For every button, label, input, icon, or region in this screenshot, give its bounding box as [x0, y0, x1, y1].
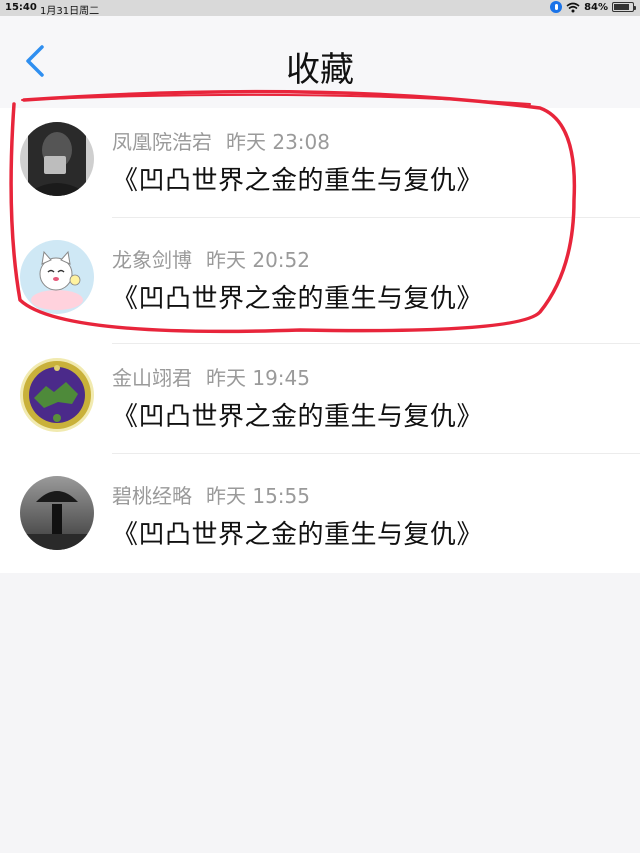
sender-name-row: 凤凰院浩宕 昨天 23:08: [112, 126, 330, 155]
list-item[interactable]: 凤凰院浩宕 昨天 23:08 《凹凸世界之金的重生与复仇》: [0, 108, 640, 226]
item-content[interactable]: 《凹凸世界之金的重生与复仇》: [112, 396, 483, 433]
microphone-icon: [550, 1, 563, 13]
sender-name-row: 碧桃经略 昨天 15:55: [112, 480, 310, 509]
sender-name: 金山翊君: [112, 366, 192, 390]
battery-fill: [614, 4, 629, 10]
page-title: 收藏: [286, 50, 354, 90]
avatar-umbrella[interactable]: [20, 476, 94, 550]
battery-percent: 84%: [584, 1, 608, 13]
timestamp: 昨天 20:52: [206, 248, 310, 272]
sender-name: 碧桃经略: [112, 484, 192, 508]
avatar-emblem[interactable]: [20, 358, 94, 432]
item-content[interactable]: 《凹凸世界之金的重生与复仇》: [112, 514, 483, 551]
battery-icon: [612, 2, 636, 12]
sender-name: 凤凰院浩宕: [112, 130, 212, 154]
timestamp: 昨天 15:55: [206, 484, 310, 508]
avatar-cat[interactable]: [20, 240, 94, 314]
sender-name-row: 龙象剑博 昨天 20:52: [112, 244, 310, 273]
divider: [112, 217, 640, 218]
status-bar: 15:40 1月31日周二 84%: [0, 0, 640, 17]
favorites-list: 凤凰院浩宕 昨天 23:08 《凹凸世界之金的重生与复仇》 龙象剑博 昨天 20:5…: [0, 108, 640, 573]
timestamp: 昨天 23:08: [226, 130, 330, 154]
list-item[interactable]: 碧桃经略 昨天 15:55 《凹凸世界之金的重生与复仇》: [0, 462, 640, 580]
divider: [112, 453, 640, 454]
status-time: 15:40: [5, 2, 37, 13]
wifi-icon: [566, 2, 580, 12]
list-item[interactable]: 龙象剑博 昨天 20:52 《凹凸世界之金的重生与复仇》: [0, 226, 640, 344]
sender-name-row: 金山翊君 昨天 19:45: [112, 362, 310, 391]
navigation-bar: 收藏: [0, 16, 640, 108]
timestamp: 昨天 19:45: [206, 366, 310, 390]
sender-name: 龙象剑博: [112, 248, 192, 272]
status-date: 1月31日周二: [40, 6, 100, 17]
list-item[interactable]: 金山翊君 昨天 19:45 《凹凸世界之金的重生与复仇》: [0, 344, 640, 462]
item-content[interactable]: 《凹凸世界之金的重生与复仇》: [112, 160, 483, 197]
item-content[interactable]: 《凹凸世界之金的重生与复仇》: [112, 278, 483, 315]
avatar-photo[interactable]: [20, 122, 94, 196]
